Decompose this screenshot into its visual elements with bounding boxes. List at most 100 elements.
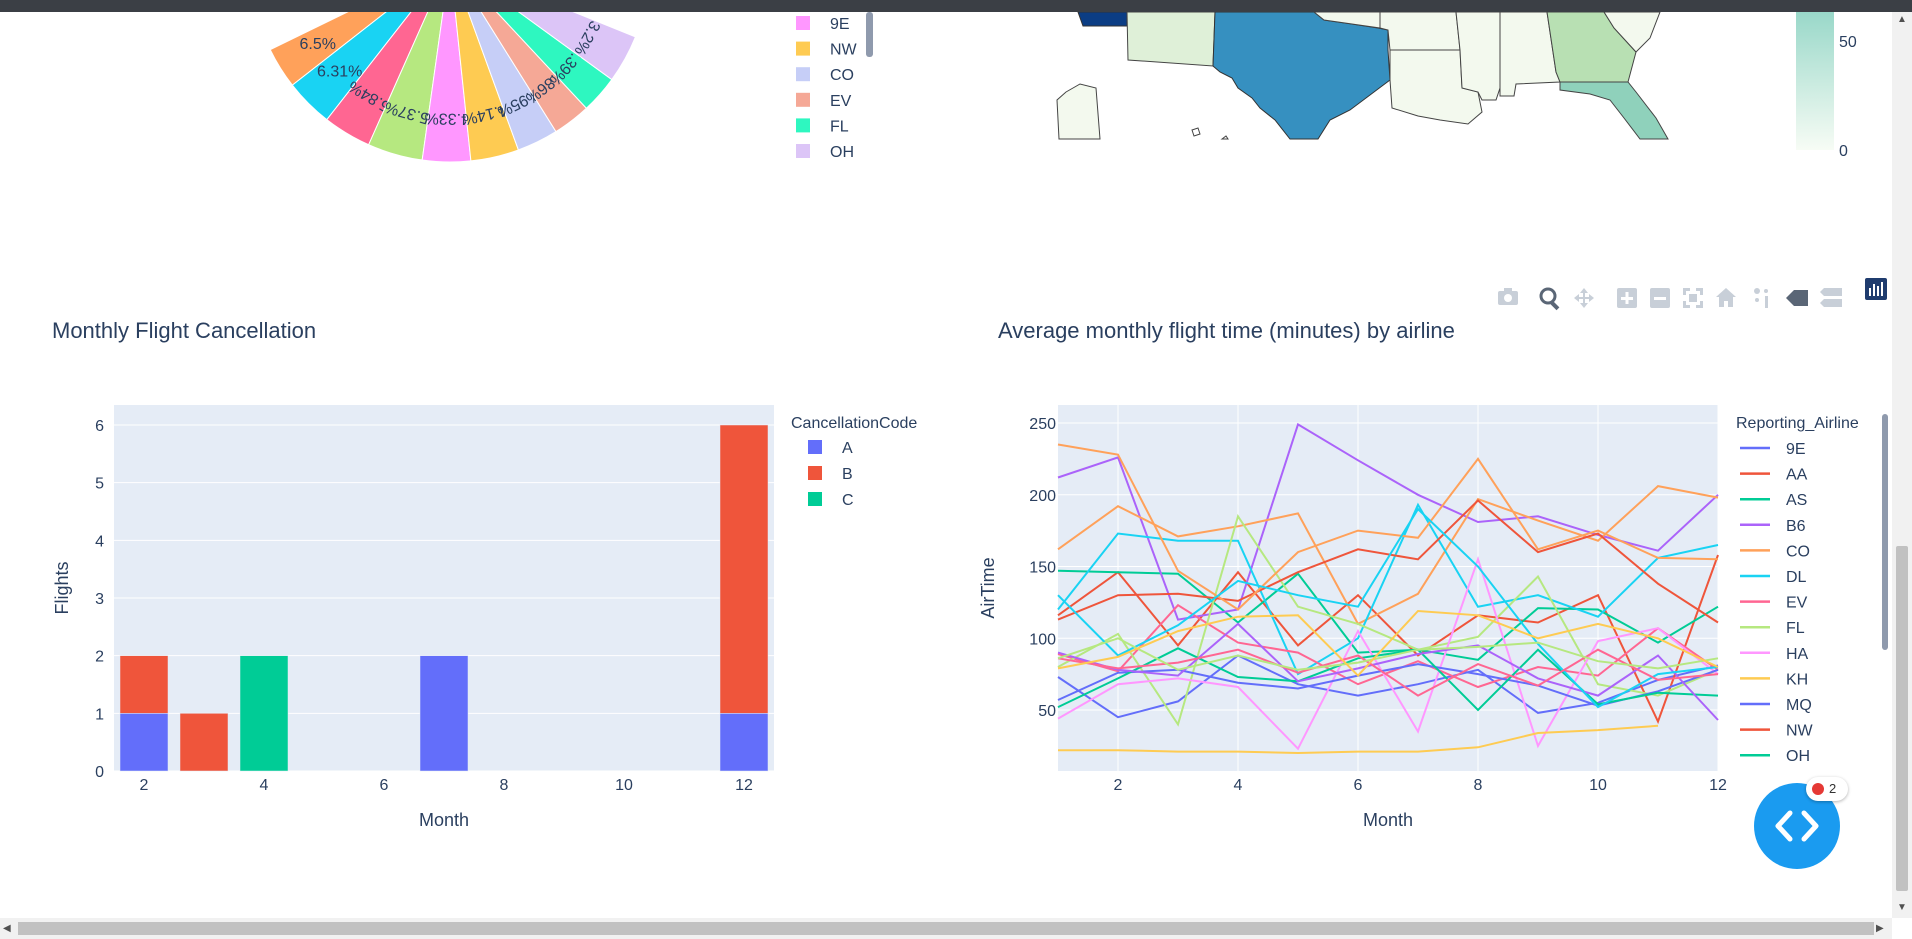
pie-legend: 9E NW CO EV FL OH bbox=[796, 16, 858, 161]
dashboard-canvas: 6.5%6.31%5.84%5.37%4.33%4.14%3.95%3.86%3… bbox=[52, 12, 1888, 830]
map-state-arkansas[interactable] bbox=[1379, 12, 1461, 51]
error-count: 2 bbox=[1829, 781, 1837, 796]
bar-A[interactable] bbox=[719, 713, 769, 772]
line-legend-scrollbar[interactable] bbox=[1882, 414, 1888, 650]
line-legend-label[interactable]: CO bbox=[1786, 543, 1810, 560]
pie-legend-label[interactable]: FL bbox=[830, 118, 849, 135]
scroll-right-arrow-icon[interactable]: ▶ bbox=[1876, 923, 1884, 934]
bar-x-tick-label: 8 bbox=[500, 777, 509, 794]
scroll-left-arrow-icon[interactable]: ◀ bbox=[3, 923, 11, 934]
line-legend: 9E AA AS B6 CO DL EV FL HA KH MQ NW OH bbox=[1740, 441, 1814, 765]
bar-legend-label[interactable]: C bbox=[842, 492, 854, 509]
bar-B[interactable] bbox=[119, 655, 169, 714]
airtime-line-chart: Average monthly flight time (minutes) by… bbox=[978, 318, 1888, 830]
bar-y-ticks: 0 1 2 3 4 5 6 bbox=[95, 418, 104, 781]
pie-legend-label[interactable]: OH bbox=[830, 144, 854, 161]
line-legend-label[interactable]: OH bbox=[1786, 748, 1810, 765]
line-legend-label[interactable]: EV bbox=[1786, 595, 1808, 612]
line-y-axis-title: AirTime bbox=[978, 557, 998, 618]
bar-C[interactable] bbox=[239, 655, 289, 772]
zoom-in-icon[interactable] bbox=[1617, 288, 1637, 308]
bar-legend-label[interactable]: A bbox=[842, 440, 853, 457]
autoscale-icon[interactable] bbox=[1683, 288, 1703, 308]
pie-legend-label[interactable]: CO bbox=[830, 67, 854, 84]
bar-x-tick-label: 6 bbox=[380, 777, 389, 794]
line-x-tick-label: 6 bbox=[1354, 777, 1363, 794]
colorbar-tick-label: 50 bbox=[1839, 34, 1857, 51]
browser-top-strip bbox=[0, 0, 1912, 12]
bar-x-tick-label: 10 bbox=[615, 777, 633, 794]
bar-y-axis-title: Flights bbox=[52, 561, 72, 614]
line-legend-label[interactable]: AS bbox=[1786, 492, 1807, 509]
bar-x-ticks: 2 4 6 8 10 12 bbox=[140, 777, 753, 794]
line-legend-label[interactable]: HA bbox=[1786, 646, 1809, 663]
line-y-ticks: 50 100 150 200 250 bbox=[1029, 416, 1056, 720]
bar-legend-label[interactable]: B bbox=[842, 466, 853, 483]
error-count-badge[interactable]: 2 bbox=[1806, 777, 1848, 801]
bar-B[interactable] bbox=[719, 424, 769, 714]
us-choropleth-map[interactable] bbox=[1056, 12, 1700, 140]
pie-slice-label: 6.5% bbox=[299, 36, 335, 53]
pie-legend-swatch[interactable] bbox=[796, 118, 810, 133]
line-y-tick-label: 150 bbox=[1029, 560, 1056, 577]
map-state-mississippi[interactable] bbox=[1455, 12, 1501, 101]
pan-icon[interactable] bbox=[1574, 288, 1594, 308]
bar-chart-title: Monthly Flight Cancellation bbox=[52, 318, 316, 343]
plotly-logo-icon[interactable] bbox=[1865, 278, 1887, 300]
line-x-tick-label: 2 bbox=[1114, 777, 1123, 794]
bar-x-tick-label: 2 bbox=[140, 777, 149, 794]
pie-legend-swatch[interactable] bbox=[796, 92, 810, 107]
line-x-tick-label: 8 bbox=[1474, 777, 1483, 794]
pie-legend-scrollbar[interactable] bbox=[866, 12, 873, 57]
line-y-tick-label: 200 bbox=[1029, 488, 1056, 505]
line-legend-label[interactable]: FL bbox=[1786, 620, 1805, 637]
line-legend-label[interactable]: DL bbox=[1786, 569, 1807, 586]
bar-y-tick-label: 1 bbox=[95, 706, 104, 723]
bar-legend-swatch[interactable] bbox=[808, 466, 822, 480]
bar-y-tick-label: 5 bbox=[95, 476, 104, 493]
pie-legend-swatch[interactable] bbox=[796, 41, 810, 56]
hover-closest-icon[interactable] bbox=[1786, 290, 1808, 306]
colorbar-tick-label: 0 bbox=[1839, 143, 1848, 160]
line-legend-label[interactable]: 9E bbox=[1786, 441, 1806, 458]
line-legend-label[interactable]: AA bbox=[1786, 467, 1808, 484]
monthly-cancellation-chart: Monthly Flight Cancellation 2 4 6 8 10 12 012… bbox=[52, 318, 917, 830]
pie-legend-label[interactable]: 9E bbox=[830, 16, 850, 33]
scroll-up-arrow-icon[interactable]: ▲ bbox=[1897, 14, 1907, 25]
bar-A[interactable] bbox=[119, 713, 169, 772]
line-plot-area[interactable] bbox=[1058, 405, 1718, 771]
horizontal-scroll-thumb[interactable] bbox=[18, 922, 1874, 935]
pie-legend-swatch[interactable] bbox=[796, 67, 810, 82]
line-legend-label[interactable]: B6 bbox=[1786, 518, 1806, 535]
bar-y-tick-label: 3 bbox=[95, 591, 104, 608]
line-legend-label[interactable]: MQ bbox=[1786, 697, 1812, 714]
scroll-down-arrow-icon[interactable]: ▼ bbox=[1897, 902, 1907, 913]
bar-legend-swatch[interactable] bbox=[808, 492, 822, 506]
line-legend-label[interactable]: NW bbox=[1786, 723, 1814, 740]
bar-A[interactable] bbox=[419, 655, 469, 772]
airline-share-pie-chart[interactable]: 6.5%6.31%5.84%5.37%4.33%4.14%3.95%3.86%3… bbox=[269, 12, 637, 163]
bar-legend-swatch[interactable] bbox=[808, 440, 822, 454]
line-chart-title: Average monthly flight time (minutes) by… bbox=[998, 318, 1455, 343]
vertical-scroll-thumb[interactable] bbox=[1896, 546, 1908, 891]
pie-legend-label[interactable]: EV bbox=[830, 93, 852, 110]
bar-x-tick-label: 4 bbox=[260, 777, 269, 794]
hover-compare-icon[interactable] bbox=[1820, 288, 1842, 307]
line-y-tick-label: 100 bbox=[1029, 631, 1056, 648]
pie-legend-label[interactable]: NW bbox=[830, 42, 858, 59]
spike-lines-icon[interactable] bbox=[1754, 288, 1768, 308]
pie-legend-swatch[interactable] bbox=[796, 144, 810, 158]
camera-icon[interactable] bbox=[1498, 288, 1518, 305]
zoom-icon[interactable] bbox=[1539, 287, 1560, 311]
bar-y-tick-label: 0 bbox=[95, 764, 104, 781]
zoom-out-icon[interactable] bbox=[1650, 288, 1670, 308]
reset-axes-icon[interactable] bbox=[1716, 288, 1736, 307]
dashboard-page: 6.5% 6.31% 5.84% 5.37% 4.33% 4.14% 3.95% 3.86% 3… bbox=[0, 12, 1892, 918]
pie-legend-swatch[interactable] bbox=[796, 16, 810, 30]
line-legend-label[interactable]: KH bbox=[1786, 671, 1808, 688]
map-state-new-mexico[interactable] bbox=[1126, 12, 1216, 67]
line-y-tick-label: 250 bbox=[1029, 416, 1056, 433]
bar-x-axis-title: Month bbox=[419, 810, 469, 830]
map-state-arizona[interactable] bbox=[1077, 12, 1128, 27]
bar-B[interactable] bbox=[179, 713, 229, 772]
